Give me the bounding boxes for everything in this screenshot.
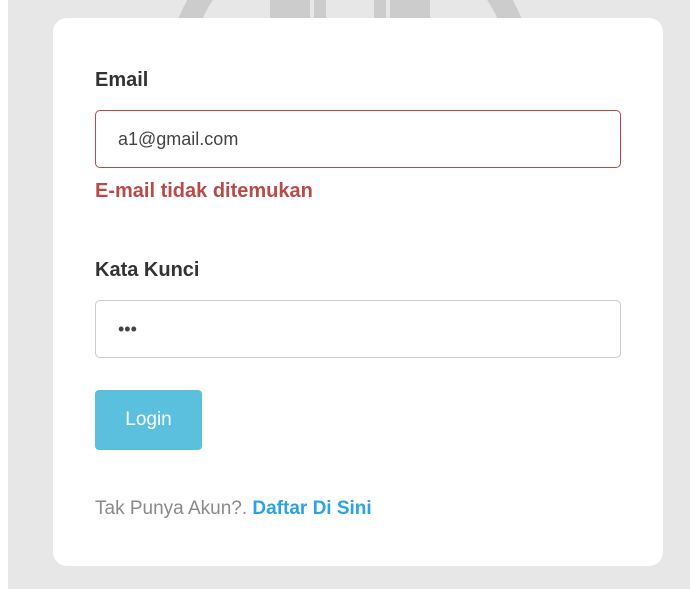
email-label: Email bbox=[95, 69, 149, 91]
password-label: Kata Kunci bbox=[95, 259, 200, 281]
email-input[interactable] bbox=[95, 110, 621, 168]
login-card: Email E-mail tidak ditemukan Kata Kunci … bbox=[53, 18, 663, 566]
password-input[interactable] bbox=[95, 300, 621, 358]
signup-prompt-line: Tak Punya Akun?. Daftar Di Sini bbox=[95, 498, 372, 520]
login-button[interactable]: Login bbox=[95, 390, 202, 450]
signup-prompt-text: Tak Punya Akun?. bbox=[95, 498, 248, 519]
email-error-message: E-mail tidak ditemukan bbox=[95, 180, 313, 202]
signup-link[interactable]: Daftar Di Sini bbox=[252, 498, 371, 519]
